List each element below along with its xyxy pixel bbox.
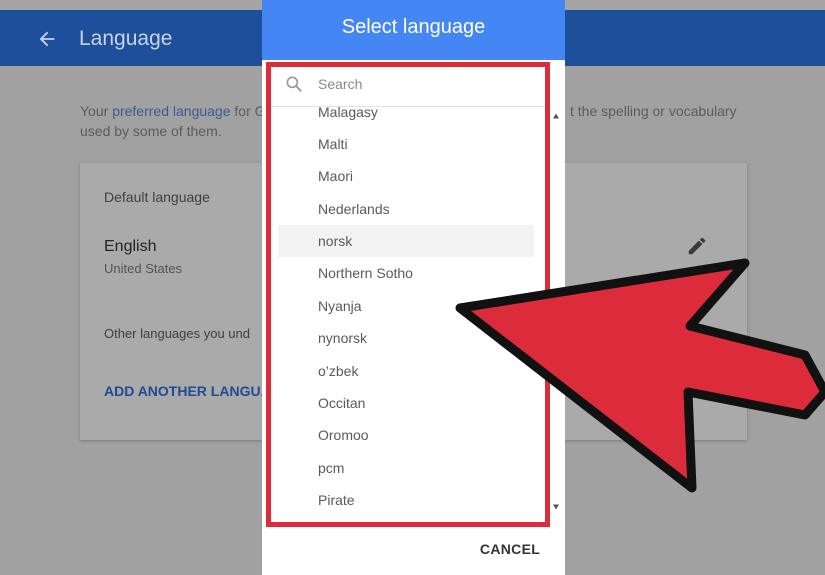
scroll-up-arrow-icon[interactable] (552, 112, 560, 120)
search-input[interactable] (318, 73, 528, 95)
cancel-button[interactable]: CANCEL (470, 538, 550, 560)
list-item-malti[interactable]: Malti (278, 128, 534, 160)
list-item-northern-sotho[interactable]: Northern Sotho (278, 257, 534, 289)
list-item-nyanja[interactable]: Nyanja (278, 290, 534, 322)
list-item-occitan[interactable]: Occitan (278, 387, 534, 419)
preferred-language-link[interactable]: preferred language (112, 103, 230, 119)
intro-right-fragment: t the spelling or vocabulary (570, 103, 737, 119)
intro-prefix: Your (80, 103, 113, 119)
dialog-header: Select language (262, 0, 565, 60)
list-item-malagasy[interactable]: Malagasy (278, 107, 534, 128)
default-language-name: English (104, 238, 157, 255)
search-icon (286, 76, 302, 92)
language-list[interactable]: Malagasy Malti Maori Nederlands norsk No… (266, 107, 546, 520)
list-item-norsk[interactable]: norsk (278, 225, 534, 257)
default-language-label: Default language (104, 189, 210, 205)
page-title: Language (79, 27, 173, 50)
list-item-nederlands[interactable]: Nederlands (278, 193, 534, 225)
search-row (266, 64, 546, 107)
add-another-language-button[interactable]: ADD ANOTHER LANGUAG (104, 383, 282, 399)
list-item-oromoo[interactable]: Oromoo (278, 419, 534, 451)
list-item-maori[interactable]: Maori (278, 160, 534, 192)
dialog-title: Select language (341, 16, 486, 38)
intro-line2: used by some of them. (80, 123, 222, 139)
pencil-icon[interactable] (686, 235, 708, 257)
list-item-pcm[interactable]: pcm (278, 452, 534, 484)
select-language-dialog: Select language Malagasy Malti Maori Ned… (262, 0, 565, 575)
list-item-ozbek[interactable]: o’zbek (278, 355, 534, 387)
intro-after-link: for G (230, 103, 266, 119)
arrow-left-icon[interactable] (36, 28, 58, 50)
list-item-pirate[interactable]: Pirate (278, 484, 534, 516)
list-item-nynorsk[interactable]: nynorsk (278, 322, 534, 354)
other-languages-label: Other languages you und (104, 326, 250, 341)
default-language-region: United States (104, 261, 183, 276)
scroll-down-arrow-icon[interactable] (552, 503, 560, 511)
